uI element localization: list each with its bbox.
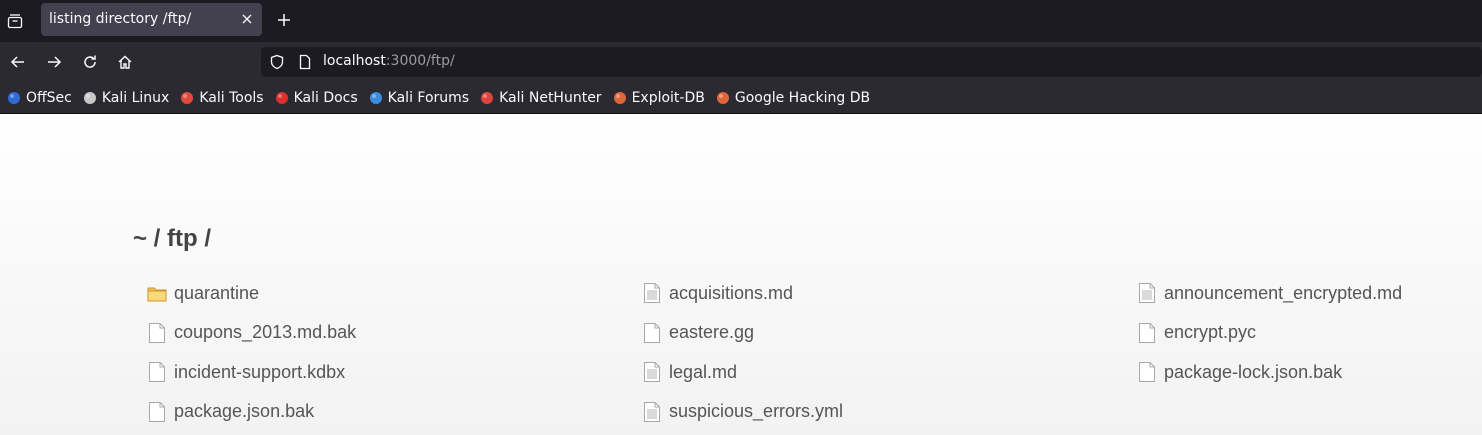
url-text[interactable]: localhost:3000/ftp/ (323, 53, 455, 69)
plus-icon (278, 14, 290, 26)
folder-icon (147, 282, 167, 304)
close-icon[interactable] (240, 12, 254, 26)
reload-button[interactable] (80, 52, 100, 72)
file-name[interactable]: encrypt.pyc (1164, 322, 1256, 343)
offsec-icon (6, 90, 22, 106)
tab-list-icon[interactable] (0, 0, 30, 42)
file-name[interactable]: announcement_encrypted.md (1164, 283, 1402, 304)
file-icon (147, 401, 167, 423)
url-bar[interactable]: localhost:3000/ftp/ (261, 47, 1482, 77)
file-link[interactable]: eastere.gg (642, 321, 754, 345)
file-name[interactable]: coupons_2013.md.bak (174, 322, 356, 343)
kali-dragon-icon (82, 90, 98, 106)
file-link[interactable]: legal.md (642, 360, 737, 384)
file-name[interactable]: eastere.gg (669, 322, 754, 343)
tab-strip: listing directory /ftp/ (0, 0, 1482, 42)
file-icon (1137, 361, 1157, 383)
folder-link[interactable]: quarantine (147, 281, 259, 305)
text-file-icon (642, 361, 662, 383)
file-name[interactable]: suspicious_errors.yml (669, 401, 843, 422)
back-button[interactable] (8, 52, 28, 72)
bookmark-item[interactable]: Kali Linux (82, 86, 169, 110)
bookmark-item[interactable]: OffSec (6, 86, 72, 110)
text-file-icon (1137, 282, 1157, 304)
file-link[interactable]: encrypt.pyc (1137, 321, 1256, 345)
kali-docs-icon (274, 90, 290, 106)
file-link[interactable]: package.json.bak (147, 400, 314, 424)
bookmarks-toolbar: OffSec Kali Linux Kali Tools Kali Docs Kali … (0, 82, 1482, 114)
bookmark-item[interactable]: Kali Tools (179, 86, 264, 110)
tab-active[interactable]: listing directory /ftp/ (41, 3, 262, 36)
forward-button[interactable] (44, 52, 64, 72)
navigation-bar: localhost:3000/ftp/ (0, 42, 1482, 82)
bookmark-label: Kali Tools (199, 89, 264, 106)
home-icon (118, 55, 132, 69)
home-button[interactable] (115, 52, 135, 72)
shield-icon[interactable] (269, 54, 285, 70)
bookmark-item[interactable]: Kali Forums (368, 86, 469, 110)
bookmark-label: Kali Docs (293, 89, 358, 106)
file-link[interactable]: acquisitions.md (642, 281, 793, 305)
file-name[interactable]: acquisitions.md (669, 283, 793, 304)
file-name[interactable]: quarantine (174, 283, 259, 304)
reload-icon (84, 55, 96, 68)
page-icon[interactable] (297, 54, 313, 70)
bookmark-label: Exploit-DB (631, 89, 705, 106)
file-link[interactable]: suspicious_errors.yml (642, 400, 843, 424)
file-icon (1137, 322, 1157, 344)
bookmark-item[interactable]: Google Hacking DB (715, 86, 870, 110)
bookmark-label: Kali Forums (387, 89, 470, 106)
kali-forums-icon (368, 90, 384, 106)
file-name[interactable]: package.json.bak (174, 401, 314, 422)
ghdb-icon (715, 90, 731, 106)
file-link[interactable]: coupons_2013.md.bak (147, 321, 356, 345)
page-content: ~ / ftp / quarantine acquisitions.md annou… (0, 114, 1482, 435)
bookmark-label: OffSec (26, 89, 72, 106)
arrow-left-icon (10, 56, 24, 68)
new-tab-button[interactable] (272, 8, 296, 32)
text-file-icon (642, 401, 662, 423)
breadcrumb: ~ / ftp / (133, 225, 211, 252)
bookmark-item[interactable]: Kali NetHunter (479, 86, 602, 110)
file-name[interactable]: incident-support.kdbx (174, 362, 345, 383)
file-icon (642, 322, 662, 344)
bookmark-item[interactable]: Kali Docs (274, 86, 358, 110)
file-icon (147, 322, 167, 344)
url-path: :3000/ftp/ (385, 53, 455, 69)
exploit-db-icon (612, 90, 628, 106)
bookmark-item[interactable]: Exploit-DB (612, 86, 705, 110)
file-link[interactable]: announcement_encrypted.md (1137, 281, 1402, 305)
bookmark-label: Kali Linux (101, 89, 170, 106)
file-name[interactable]: legal.md (669, 362, 737, 383)
arrow-right-icon (48, 56, 62, 68)
text-file-icon (642, 282, 662, 304)
tab-title: listing directory /ftp/ (49, 11, 192, 27)
url-host: localhost (323, 53, 386, 69)
file-name[interactable]: package-lock.json.bak (1164, 362, 1342, 383)
kali-tools-icon (179, 90, 195, 106)
file-link[interactable]: incident-support.kdbx (147, 360, 345, 384)
file-icon (147, 361, 167, 383)
bookmark-label: Kali NetHunter (499, 89, 602, 106)
file-link[interactable]: package-lock.json.bak (1137, 360, 1342, 384)
kali-nethunter-icon (479, 90, 495, 106)
bookmark-label: Google Hacking DB (734, 89, 871, 106)
